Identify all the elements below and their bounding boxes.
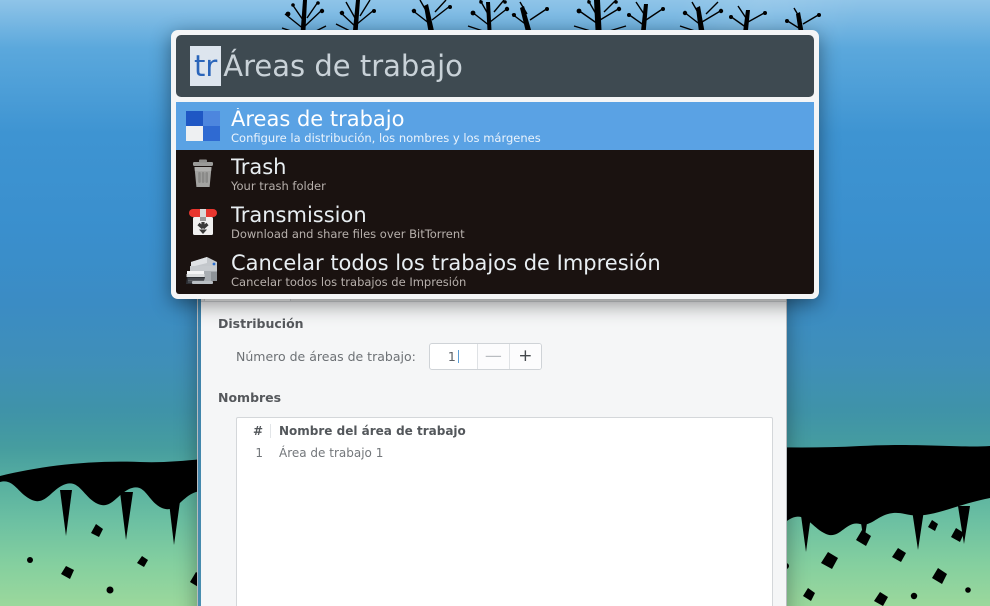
section-title-distribucion: Distribución (218, 316, 304, 331)
column-header-name: Nombre del área de trabajo (270, 424, 772, 438)
result-title: Trash (231, 155, 287, 179)
result-text-transmission: Transmission Download and share files ov… (231, 204, 465, 241)
result-item-workspaces[interactable]: Áreas de trabajo Configure la distribuci… (176, 102, 814, 150)
search-typed-text: tr (190, 46, 222, 86)
row-number: 1 (255, 446, 263, 460)
result-description: Your trash folder (231, 178, 326, 193)
result-description: Download and share files over BitTorrent (231, 226, 465, 241)
decrement-button[interactable]: — (476, 344, 509, 369)
workspace-count-label: Número de áreas de trabajo: (236, 349, 416, 364)
result-description: Configure la distribución, los nombres y… (231, 130, 541, 145)
trash-icon (183, 154, 223, 194)
search-completion-text: Áreas de trabajo (223, 49, 463, 83)
settings-body: Distribución Número de áreas de trabajo:… (198, 302, 786, 606)
section-title-nombres: Nombres (218, 390, 282, 405)
workspace-count-input[interactable]: 1 (430, 344, 477, 369)
text-caret (457, 350, 459, 363)
result-title: Cancelar todos los trabajos de Impresión (231, 251, 661, 275)
row-workspace-name[interactable]: Área de trabajo 1 (270, 446, 772, 460)
transmission-icon (183, 202, 223, 242)
increment-button[interactable]: + (508, 344, 541, 369)
app-launcher-overlay: tr Áreas de trabajo Áreas de trabajo Con… (171, 30, 819, 299)
search-results-list: Áreas de trabajo Configure la distribuci… (176, 102, 814, 294)
workspace-count-row: Número de áreas de trabajo: 1 — + (236, 343, 766, 370)
workspaces-icon (183, 106, 223, 146)
result-description: Cancelar todos los trabajos de Impresión (231, 274, 467, 289)
table-row[interactable]: 1 Área de trabajo 1 (237, 443, 772, 463)
result-item-trash[interactable]: Trash Your trash folder (176, 150, 814, 198)
printer-icon (183, 250, 223, 290)
workspaces-settings-window: General Márgenes Distribución Número de … (197, 268, 787, 606)
table-header-row: # Nombre del área de trabajo (237, 418, 772, 443)
search-input[interactable]: tr Áreas de trabajo (176, 35, 814, 97)
result-text-trash: Trash Your trash folder (231, 156, 326, 193)
result-item-cancel-print-jobs[interactable]: Cancelar todos los trabajos de Impresión… (176, 246, 814, 294)
result-text-cancel-print-jobs: Cancelar todos los trabajos de Impresión… (231, 252, 661, 289)
workspace-count-value: 1 (447, 349, 456, 364)
result-title: Áreas de trabajo (231, 107, 405, 131)
workspace-names-table[interactable]: # Nombre del área de trabajo 1 Área de t… (236, 417, 773, 606)
column-header-number: # (252, 424, 263, 438)
workspace-count-stepper[interactable]: 1 — + (428, 343, 542, 370)
result-text-workspaces: Áreas de trabajo Configure la distribuci… (231, 108, 541, 145)
screen: General Márgenes Distribución Número de … (0, 0, 990, 606)
result-item-transmission[interactable]: Transmission Download and share files ov… (176, 198, 814, 246)
result-title: Transmission (231, 203, 367, 227)
